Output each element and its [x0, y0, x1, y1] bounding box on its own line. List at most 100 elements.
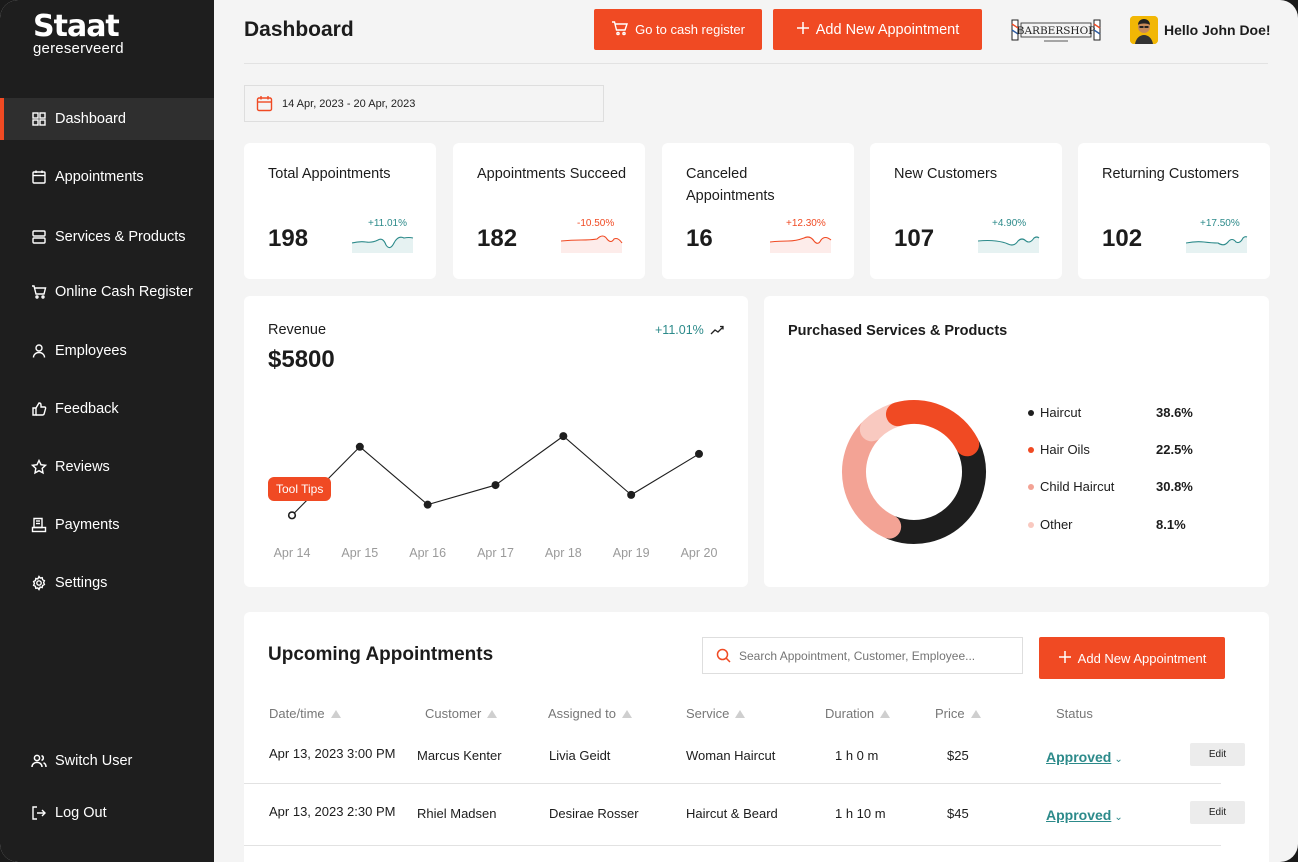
donut-slice-child-haircut[interactable] [842, 419, 902, 539]
x-tick-label: Apr 17 [477, 546, 514, 560]
logo-sub-text: gereserveerd [33, 40, 124, 57]
sort-icon [487, 709, 498, 718]
edit-button[interactable]: Edit [1190, 743, 1245, 766]
cell-assigned: Livia Geidt [549, 748, 611, 763]
user-icon [31, 343, 47, 359]
sort-icon [735, 709, 746, 718]
sidebar-item-dashboard[interactable]: Dashboard [0, 98, 214, 140]
x-tick-label: Apr 20 [681, 546, 718, 560]
column-header-status: Status [1056, 706, 1093, 721]
data-point[interactable] [695, 449, 703, 458]
column-label: Assigned to [548, 706, 616, 721]
star-icon [31, 459, 47, 475]
legend-label: Other [1040, 517, 1073, 532]
calendar-icon [31, 169, 47, 185]
data-point[interactable] [423, 500, 432, 509]
data-point[interactable] [627, 490, 636, 499]
sidebar-item-label: Online Cash Register [55, 284, 193, 300]
search-box[interactable] [702, 637, 1023, 674]
legend-item-haircut: Haircut 38.6% [1028, 405, 1208, 420]
sidebar-item-employees[interactable]: Employees [0, 330, 214, 372]
row-divider [244, 845, 1221, 846]
data-point[interactable] [355, 442, 364, 451]
column-header-price[interactable]: Price [935, 706, 981, 721]
cell-customer: Marcus Kenter [417, 748, 502, 763]
column-header-assigned[interactable]: Assigned to [548, 706, 632, 721]
sidebar-item-log-out[interactable]: Log Out [0, 792, 214, 834]
search-input[interactable] [739, 648, 1009, 663]
column-label: Service [686, 706, 730, 721]
services-icon [31, 229, 47, 245]
legend-label: Child Haircut [1040, 479, 1115, 494]
chevron-down-icon: ⌄ [1114, 754, 1123, 765]
stat-value: 198 [268, 225, 309, 252]
revenue-card: Revenue $5800 +11.01% Apr 14 Apr 15 Apr 16… [244, 296, 748, 587]
header-divider [244, 63, 1268, 64]
sidebar-item-online-cash-register[interactable]: Online Cash Register [0, 271, 214, 313]
stat-delta: +11.01% [368, 218, 408, 229]
cash-register-label: Go to cash register [635, 22, 745, 37]
gear-icon [31, 575, 47, 591]
sidebar-item-settings[interactable]: Settings [0, 562, 214, 604]
column-header-customer[interactable]: Customer [425, 706, 498, 721]
column-header-datetime[interactable]: Date/time [269, 706, 341, 721]
chart-tooltip: Tool Tips [268, 477, 332, 501]
donut-slice-hair-oils[interactable] [885, 400, 980, 457]
date-range-picker[interactable]: 14 Apr, 2023 - 20 Apr, 2023 [244, 85, 604, 122]
sidebar-item-switch-user[interactable]: Switch User [0, 740, 214, 782]
column-label: Status [1056, 706, 1093, 721]
add-appointment-label: Add New Appointment [815, 21, 960, 38]
legend-dot [1028, 409, 1034, 416]
cell-duration: 1 h 10 m [835, 806, 886, 821]
cell-datetime: Apr 13, 2023 2:30 PM [269, 804, 396, 819]
column-label: Duration [825, 706, 875, 721]
data-point[interactable] [491, 481, 500, 490]
plus-icon [796, 21, 816, 39]
sparkline [1186, 236, 1248, 253]
legend-value: 8.1% [1156, 517, 1186, 532]
add-new-appointment-button[interactable]: Add New Appointment [773, 9, 982, 50]
go-to-cash-register-button[interactable]: Go to cash register [594, 9, 762, 50]
user-profile[interactable]: Hello John Doe! [1130, 16, 1271, 44]
status-dropdown[interactable]: Approved ⌄ [1046, 749, 1123, 765]
cell-service: Haircut & Beard [686, 806, 778, 821]
x-tick-label: Apr 18 [545, 546, 582, 560]
sidebar-item-label: Payments [55, 517, 120, 533]
sidebar: Staat gereserveerd Dashboard Appointment… [0, 0, 214, 862]
add-new-appointment-table-button[interactable]: Add New Appointment [1039, 637, 1225, 679]
sidebar-item-payments[interactable]: Payments [0, 504, 214, 546]
sort-icon [330, 709, 341, 718]
edit-button[interactable]: Edit [1190, 801, 1245, 824]
row-divider [244, 783, 1221, 784]
cell-duration: 1 h 0 m [835, 748, 879, 763]
sidebar-item-label: Employees [55, 343, 127, 359]
stat-value: 16 [686, 225, 713, 252]
status-dropdown[interactable]: Approved ⌄ [1046, 807, 1123, 823]
legend-dot [1028, 446, 1034, 453]
cell-customer: Rhiel Madsen [417, 806, 497, 821]
sidebar-item-label: Services & Products [55, 229, 186, 245]
data-point[interactable] [287, 511, 297, 520]
stat-title: Returning Customers [1102, 166, 1239, 182]
legend-value: 38.6% [1156, 405, 1193, 420]
sidebar-item-label: Appointments [55, 169, 144, 185]
grid-icon [31, 111, 47, 127]
sparkline [352, 236, 414, 253]
column-header-service[interactable]: Service [686, 706, 746, 721]
sidebar-item-feedback[interactable]: Feedback [0, 388, 214, 430]
search-icon [716, 648, 731, 663]
sidebar-item-reviews[interactable]: Reviews [0, 446, 214, 488]
legend-dot [1028, 483, 1034, 490]
stat-delta: -10.50% [577, 218, 615, 229]
cell-datetime: Apr 13, 2023 3:00 PM [269, 746, 396, 761]
user-greeting: Hello John Doe! [1164, 22, 1271, 38]
data-point[interactable] [559, 432, 568, 441]
sidebar-item-appointments[interactable]: Appointments [0, 156, 214, 198]
x-tick-label: Apr 19 [613, 546, 650, 560]
donut-slice-haircut[interactable] [880, 435, 986, 544]
brand-logo[interactable]: Staat gereserveerd [33, 12, 133, 57]
sidebar-item-services-products[interactable]: Services & Products [0, 216, 214, 258]
stat-title: Total Appointments [268, 166, 391, 182]
sidebar-item-label: Feedback [55, 401, 119, 417]
column-header-duration[interactable]: Duration [825, 706, 891, 721]
